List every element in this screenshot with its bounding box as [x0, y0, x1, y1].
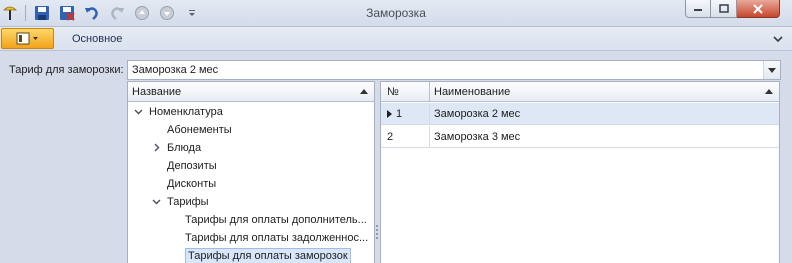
sort-ascending-icon	[765, 89, 773, 94]
splitter-grip	[376, 229, 378, 231]
tree-item[interactable]: Тарифы для оплаты дополнитель...	[128, 211, 374, 229]
grid-header-num-label: №	[387, 86, 399, 98]
tree-item-label: Тарифы для оплаты задолженнос...	[185, 232, 369, 244]
tree-column-header[interactable]: Название	[128, 82, 374, 102]
tree-item-label: Тарифы	[167, 196, 209, 208]
tree-column-header-label: Название	[132, 86, 182, 98]
minimize-button[interactable]	[685, 0, 711, 18]
table-row[interactable]: 1 Заморозка 2 мес	[381, 103, 779, 125]
tree-item-label: Тарифы для оплаты заморозок	[185, 248, 351, 263]
tree-item[interactable]: Тарифы для оплаты заморозок	[128, 247, 374, 263]
app-menu-button[interactable]	[1, 28, 54, 49]
tree-item-label: Тарифы для оплаты дополнитель...	[185, 214, 367, 226]
tree-item[interactable]: Дисконты	[128, 175, 374, 193]
tree-item-label: Блюда	[167, 142, 202, 154]
title-bar: Заморозка	[0, 0, 792, 27]
grid-cell-num-text: 1	[396, 108, 403, 120]
grid-cell-num-text: 2	[387, 131, 394, 143]
grid-header-num[interactable]: №	[381, 82, 430, 102]
tree-item-label: Депозиты	[167, 160, 217, 172]
app-menu-icon	[16, 32, 38, 44]
grid-cell-name[interactable]: Заморозка 3 мес	[431, 126, 520, 148]
row-indicator-icon	[387, 110, 392, 118]
tree-item[interactable]: Номенклатура	[128, 103, 374, 121]
category-tree: Название Номенклатура Абонементы Блюда Депо…	[127, 81, 375, 263]
tree-item[interactable]: Тарифы	[128, 193, 374, 211]
tree-item[interactable]: Тарифы для оплаты задолженнос...	[128, 229, 374, 247]
close-button[interactable]	[737, 0, 780, 18]
expand-chevron-down-icon[interactable]	[134, 107, 143, 116]
table-row[interactable]: 2 Заморозка 3 мес	[381, 126, 779, 148]
tree-item[interactable]: Блюда	[128, 139, 374, 157]
splitter-grip	[376, 233, 378, 235]
window-title: Заморозка	[366, 6, 426, 20]
tariff-label: Тариф для заморозки:	[9, 64, 124, 76]
tree-item-label: Номенклатура	[149, 106, 223, 118]
sort-ascending-icon	[360, 89, 368, 94]
ribbon: Основное	[0, 27, 792, 51]
grid-cell-num[interactable]: 2	[381, 126, 430, 148]
tree-item[interactable]: Абонементы	[128, 121, 374, 139]
tree-item-label: Дисконты	[167, 178, 217, 190]
splitter-grip	[376, 225, 378, 227]
tariff-grid: № Наименование 1 Заморозка 2 мес 2 Заморозк…	[380, 81, 780, 263]
splitter-grip	[376, 237, 378, 239]
tree-item[interactable]: Депозиты	[128, 157, 374, 175]
grid-header-name[interactable]: Наименование	[430, 82, 779, 102]
tab-main[interactable]: Основное	[72, 33, 122, 45]
tree-item-label: Абонементы	[167, 124, 232, 136]
combo-dropdown-button[interactable]	[763, 61, 780, 79]
grid-cell-num[interactable]: 1	[381, 103, 430, 125]
ribbon-collapse-icon[interactable]	[772, 33, 784, 45]
tariff-combo[interactable]: Заморозка 2 мес	[127, 60, 781, 80]
maximize-button[interactable]	[711, 0, 737, 18]
grid-header-name-label: Наименование	[434, 86, 511, 98]
grid-cell-name[interactable]: Заморозка 2 мес	[431, 103, 520, 125]
expand-chevron-down-icon[interactable]	[152, 197, 161, 206]
chevron-down-icon	[768, 67, 776, 73]
expand-chevron-right-icon[interactable]	[152, 143, 161, 152]
window-controls	[685, 0, 780, 18]
tariff-combo-value: Заморозка 2 мес	[132, 64, 219, 76]
